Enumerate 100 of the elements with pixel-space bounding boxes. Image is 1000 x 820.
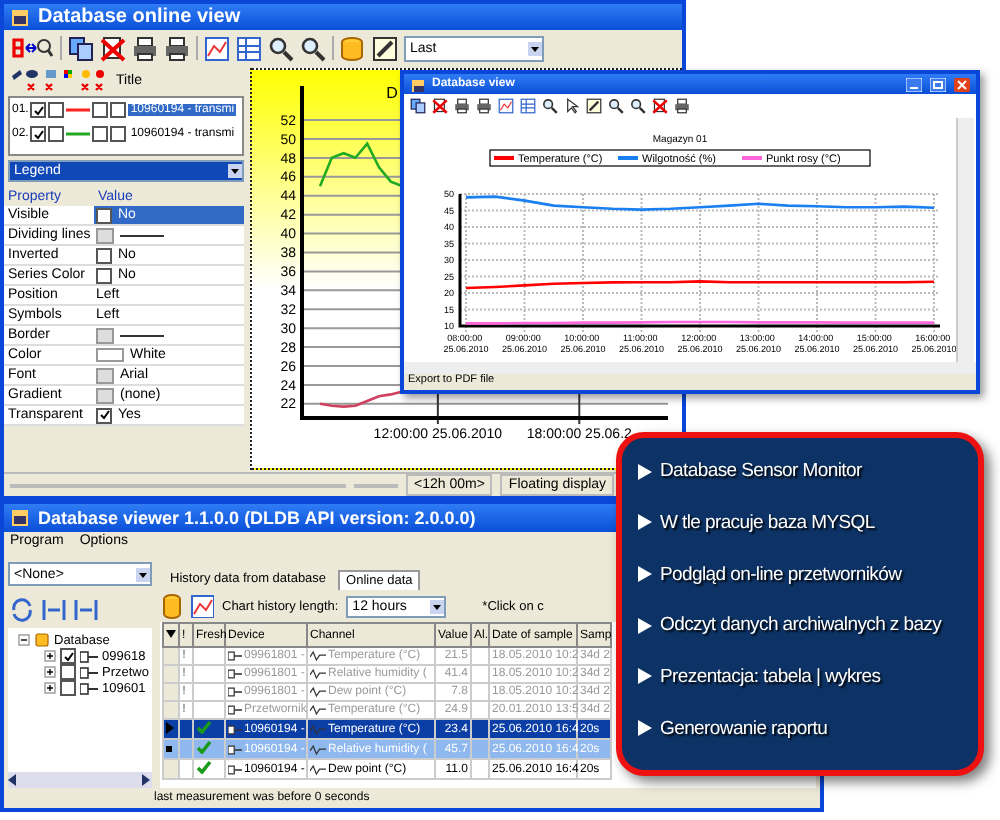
line-style-icon	[120, 331, 164, 339]
device-icon	[228, 704, 242, 716]
checkbox[interactable]	[30, 126, 47, 142]
caret-icon	[166, 629, 176, 637]
scroll-right-icon	[142, 774, 152, 786]
print-icon[interactable]	[476, 98, 492, 114]
expand-icon[interactable]	[44, 666, 56, 678]
window-title: Database online view	[38, 6, 241, 28]
delete-icon[interactable]	[100, 35, 126, 61]
scroll-left-icon	[8, 774, 18, 786]
delete-icon[interactable]	[652, 98, 668, 114]
scale-arrows-icon[interactable]	[10, 36, 54, 60]
database-icon[interactable]	[162, 593, 182, 619]
minimize-icon[interactable]	[906, 77, 922, 91]
checkbox[interactable]	[60, 680, 76, 696]
database-icon[interactable]	[340, 35, 366, 61]
chart-icon[interactable]	[204, 35, 230, 61]
table-icon[interactable]	[236, 35, 262, 61]
scrollbar[interactable]	[404, 362, 976, 374]
table-cell	[471, 683, 489, 701]
copy-icon[interactable]	[68, 35, 94, 61]
checkbox[interactable]	[92, 102, 109, 118]
bullet-icon	[638, 720, 652, 737]
device-icon	[228, 686, 242, 698]
checkbox[interactable]	[96, 267, 112, 283]
zoom-icon[interactable]	[268, 35, 294, 61]
window-title: Database viewer 1.1.0.0 (DLDB API version: 2.0.0.0)	[38, 508, 476, 528]
device-icon	[228, 723, 242, 735]
check-icon	[99, 410, 109, 420]
dropdown-arrow-icon	[430, 599, 445, 613]
column-header[interactable]	[163, 623, 179, 647]
check-icon	[63, 651, 73, 661]
maximize-icon[interactable]	[930, 77, 946, 91]
delete-icon[interactable]	[432, 98, 448, 114]
color-swatch	[96, 348, 124, 362]
print-icon[interactable]	[674, 98, 690, 114]
ellipsis-button[interactable]	[96, 327, 114, 343]
edit-icon[interactable]	[372, 35, 398, 61]
scrollbar[interactable]	[8, 772, 152, 788]
edit-icon[interactable]	[586, 98, 602, 114]
check-icon	[33, 129, 44, 139]
collapse-icon[interactable]	[74, 598, 98, 622]
data-line	[318, 141, 404, 188]
feature-text: Podgląd on-line przetworników	[660, 563, 902, 586]
checkbox[interactable]	[30, 102, 47, 118]
zoom-icon[interactable]	[630, 98, 646, 114]
collapse-icon[interactable]	[18, 634, 30, 646]
checkbox[interactable]	[92, 126, 109, 142]
feature-text: Generowanie raportu	[660, 717, 828, 740]
checkbox[interactable]	[60, 648, 76, 664]
expand-icon[interactable]	[44, 650, 56, 662]
app-icon	[410, 77, 424, 91]
app-icon	[10, 508, 30, 528]
table-cell	[471, 647, 489, 665]
print-icon[interactable]	[164, 35, 190, 61]
database-icon	[34, 632, 50, 648]
dropdown-arrow-icon	[136, 567, 150, 581]
dropdown-arrow-icon	[228, 164, 242, 178]
close-icon[interactable]	[954, 77, 970, 91]
data-line	[319, 390, 403, 408]
zoom-icon[interactable]	[542, 98, 558, 114]
checkbox[interactable]	[96, 407, 112, 423]
refresh-icon[interactable]	[10, 598, 34, 622]
print-icon[interactable]	[132, 35, 158, 61]
bullet-icon	[638, 668, 652, 685]
chart-title: D	[386, 84, 398, 102]
table-cell	[471, 759, 489, 779]
copy-icon[interactable]	[410, 98, 426, 114]
device-icon	[228, 650, 242, 662]
expand-icon[interactable]	[44, 682, 56, 694]
chart-icon[interactable]	[498, 98, 514, 114]
row-header[interactable]	[163, 739, 179, 759]
scrollbar[interactable]	[956, 118, 974, 362]
checkbox[interactable]	[48, 102, 65, 118]
checkbox[interactable]	[110, 126, 127, 142]
checkbox[interactable]	[96, 207, 112, 223]
table-icon[interactable]	[520, 98, 536, 114]
device-icon	[228, 668, 242, 680]
checkbox[interactable]	[110, 102, 127, 118]
column-icons-drawing	[10, 68, 110, 94]
cursor-icon[interactable]	[564, 98, 580, 114]
print-icon[interactable]	[454, 98, 470, 114]
bullet-icon	[638, 617, 652, 634]
checkbox[interactable]	[96, 247, 112, 263]
feature-text: W tle pracuje baza MYSQL	[660, 511, 875, 534]
bullet-icon	[638, 566, 652, 583]
checkbox[interactable]	[60, 664, 76, 680]
app-icon	[10, 7, 30, 27]
feature-text: Database Sensor Monitor	[660, 460, 862, 483]
table-cell	[471, 665, 489, 683]
zoom-icon[interactable]	[300, 35, 326, 61]
chart-icon[interactable]	[190, 594, 214, 618]
bullet-icon	[638, 514, 652, 531]
zoom-icon[interactable]	[608, 98, 624, 114]
bullet-icon	[638, 463, 652, 480]
feature-text: Prezentacja: tabela | wykres	[660, 665, 881, 688]
row-header[interactable]	[163, 719, 179, 739]
device-icon	[228, 743, 242, 755]
line-style-icon	[120, 231, 164, 239]
checkbox[interactable]	[48, 126, 65, 142]
